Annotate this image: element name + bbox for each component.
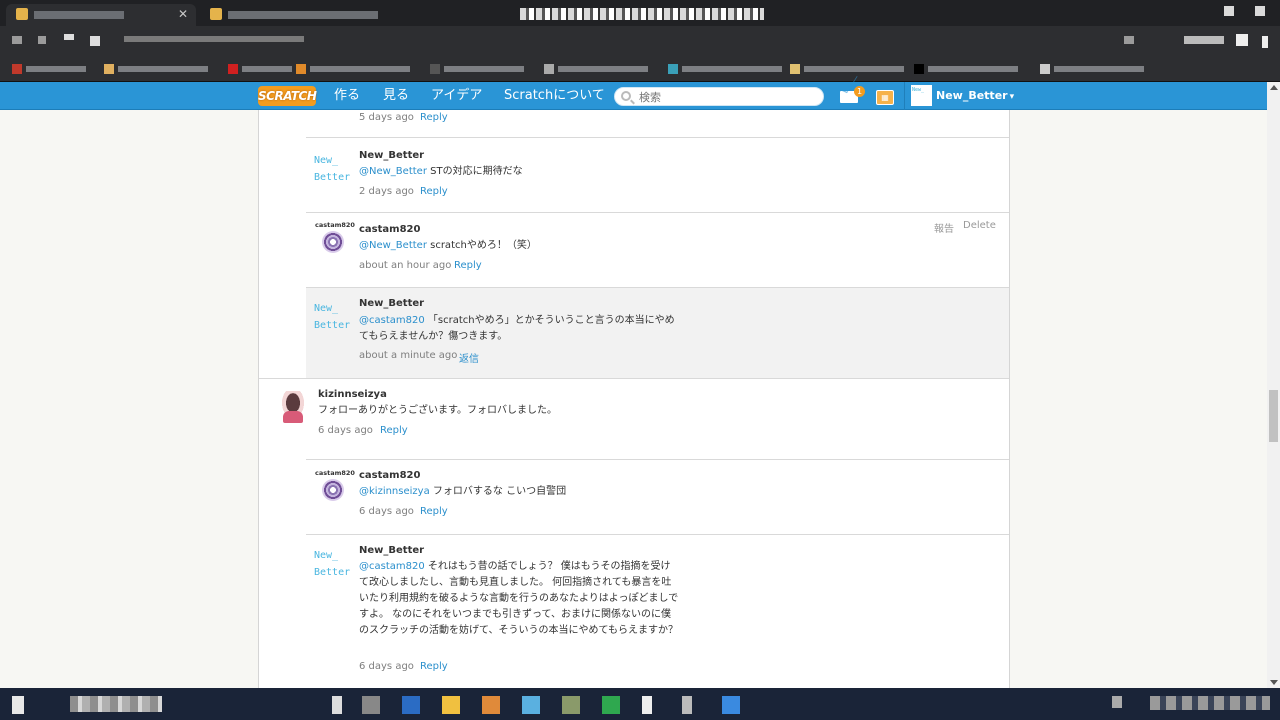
commenter-avatar[interactable]	[277, 391, 309, 425]
comment-time: about an hour ago	[359, 260, 452, 271]
comment-text: @kizinnseizya フォロバするな こいつ自警団	[359, 486, 567, 497]
my-stuff-icon[interactable]: ▦	[876, 90, 894, 105]
address-bar[interactable]	[0, 26, 1280, 56]
commenter-avatar[interactable]: New_ Better	[314, 152, 352, 188]
tray-icon[interactable]	[1112, 696, 1122, 708]
comment-time: 6 days ago	[318, 425, 373, 436]
comment-item-highlighted: New_ Better New_Better @castam820 「scrat…	[306, 288, 1009, 378]
comment-item: kizinnseizya フォローありがとうございます。フォロバしました。 6 …	[259, 379, 1009, 459]
reply-link[interactable]: 返信	[459, 350, 479, 365]
nav-explore[interactable]: 見る	[383, 88, 409, 104]
reply-link[interactable]: Reply	[420, 112, 448, 123]
comment-item: New_ Better New_Better @New_Better STの対応…	[306, 138, 1009, 212]
mention-link[interactable]: @New_Better	[359, 166, 427, 177]
comment-item: castam820 castam820 @kizinnseizya フォロバする…	[306, 460, 1009, 534]
mention-link[interactable]: @New_Better	[359, 240, 427, 251]
user-avatar[interactable]: New_	[911, 85, 932, 106]
messages-badge: 1	[854, 86, 865, 97]
commenter-avatar[interactable]: New_ Better	[314, 547, 352, 583]
comment-username[interactable]: castam820	[359, 470, 420, 481]
taskbar-app-icon[interactable]	[522, 696, 540, 714]
commenter-avatar[interactable]: castam820	[315, 469, 355, 505]
scratch-logo[interactable]: SCRATCH	[258, 86, 317, 106]
taskbar-app-icon[interactable]	[682, 696, 692, 714]
taskbar-app-icon[interactable]	[562, 696, 580, 714]
comment-text: @castam820 「scratchやめろ」とかそういうこと言うの本当にやめて…	[359, 315, 675, 342]
comment-time: 6 days ago	[359, 661, 414, 672]
page-scrollbar[interactable]	[1267, 82, 1280, 688]
nav-create[interactable]: 作る	[334, 88, 360, 104]
user-menu[interactable]: New_Better ▾	[936, 89, 1014, 102]
system-tray[interactable]	[1150, 696, 1270, 710]
reply-link[interactable]: Reply	[454, 260, 482, 271]
browser-tab-bar: ✕	[0, 0, 1280, 26]
os-taskbar	[0, 688, 1280, 720]
browser-tab[interactable]: ✕	[6, 4, 196, 26]
comment-text: @New_Better scratchやめろ！（笑）	[359, 240, 537, 251]
comment-username[interactable]: New_Better	[359, 150, 424, 161]
comment-time: 2 days ago	[359, 186, 414, 197]
scroll-down-icon[interactable]	[1270, 680, 1278, 685]
delete-link[interactable]: Delete	[963, 220, 996, 231]
taskbar-app-icon[interactable]	[332, 696, 342, 714]
search-icon	[621, 91, 631, 101]
commenter-avatar[interactable]: castam820	[315, 221, 355, 257]
nav-about[interactable]: Scratchについて	[504, 88, 605, 104]
folder-icon[interactable]	[442, 696, 460, 714]
taskbar-app-icon[interactable]	[362, 696, 380, 714]
comment-text: @castam820 それはもう昔の話でしょう？ 僕はもうその指摘を受けて改心し…	[359, 561, 679, 636]
scroll-up-icon[interactable]	[1270, 85, 1278, 90]
report-link[interactable]: 報告	[934, 220, 954, 235]
browser-tab[interactable]	[200, 4, 390, 26]
comments-panel: 5 days ago Reply New_ Better New_Better …	[258, 110, 1010, 688]
search-taskbar-icon[interactable]	[70, 696, 162, 712]
comment-username[interactable]: castam820	[359, 224, 420, 235]
reply-link[interactable]: Reply	[420, 186, 448, 197]
reply-link[interactable]: Reply	[380, 425, 408, 436]
chevron-down-icon: ▾	[1009, 92, 1015, 102]
search-input[interactable]	[639, 90, 819, 104]
taskbar-app-icon[interactable]	[722, 696, 740, 714]
comment-text: フォローありがとうございます。フォロバしました。	[318, 405, 557, 416]
search-box[interactable]	[614, 87, 824, 106]
comment-item: New_ Better New_Better @castam820 それはもう昔…	[306, 535, 1009, 688]
bookmarks-bar	[0, 56, 1280, 82]
scrollbar-thumb[interactable]	[1269, 390, 1278, 442]
taskbar-app-icon[interactable]	[602, 696, 620, 714]
comment-time: 5 days ago	[359, 112, 414, 123]
close-window-icon[interactable]	[1255, 6, 1265, 16]
close-tab-icon[interactable]: ✕	[178, 7, 188, 21]
scratch-navbar: SCRATCH 作る 見る アイデア Scratchについて 1 ▦ New_ …	[0, 82, 1280, 110]
commenter-avatar[interactable]: New_ Better	[314, 300, 352, 336]
taskbar-app-icon[interactable]	[642, 696, 652, 714]
mention-link[interactable]: @castam820	[359, 561, 425, 572]
window-title	[520, 8, 764, 20]
mention-link[interactable]: @kizinnseizya	[359, 486, 430, 497]
comment-username[interactable]: New_Better	[359, 545, 424, 556]
start-icon[interactable]	[12, 696, 24, 714]
taskbar-app-icon[interactable]	[402, 696, 420, 714]
reply-link[interactable]: Reply	[420, 661, 448, 672]
comment-item: castam820 castam820 @New_Better scratchや…	[306, 213, 1009, 287]
reply-link[interactable]: Reply	[420, 506, 448, 517]
mention-link[interactable]: @castam820	[359, 315, 425, 326]
comment-time: 6 days ago	[359, 506, 414, 517]
minimize-icon[interactable]	[1224, 6, 1234, 16]
tab-favicon-icon	[16, 8, 28, 20]
nav-ideas[interactable]: アイデア	[431, 88, 482, 104]
comment-time: about a minute ago	[359, 350, 458, 361]
comment-username[interactable]: kizinnseizya	[318, 389, 387, 400]
taskbar-app-icon[interactable]	[482, 696, 500, 714]
tab-favicon-icon	[210, 8, 222, 20]
comment-username[interactable]: New_Better	[359, 298, 424, 309]
comment-text: @New_Better STの対応に期待だな	[359, 166, 523, 177]
